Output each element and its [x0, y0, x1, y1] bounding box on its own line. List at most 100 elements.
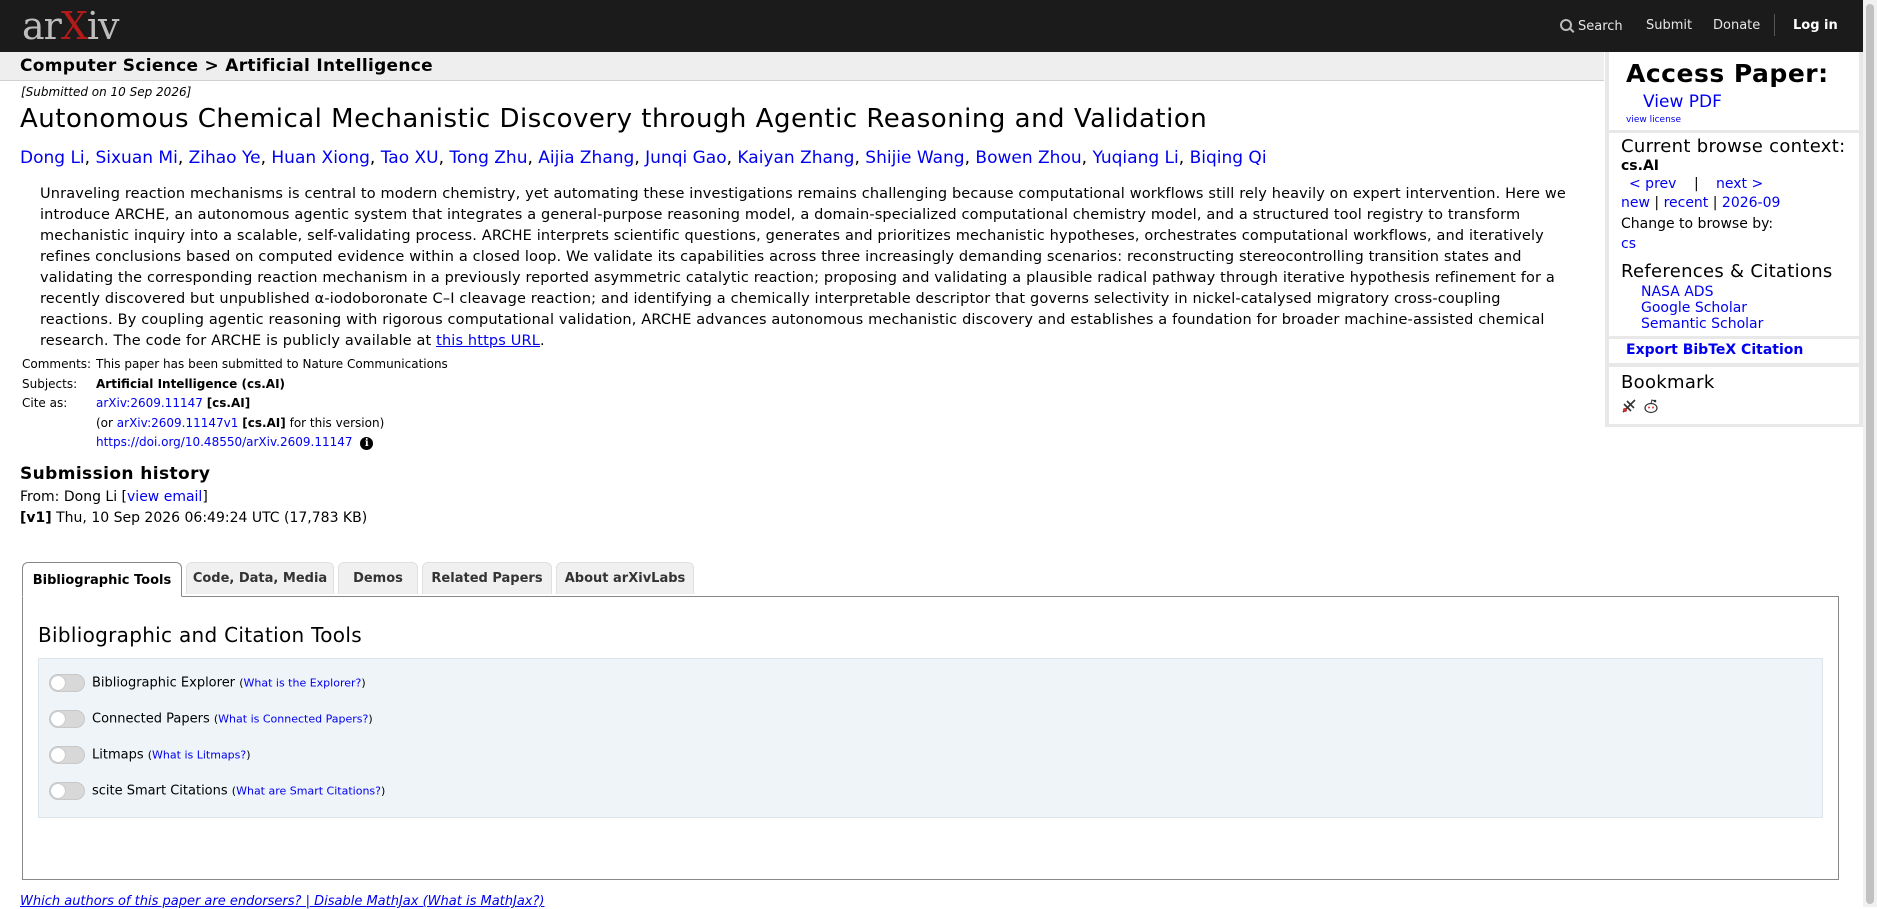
- nav-divider: [1774, 14, 1775, 36]
- author-link[interactable]: Junqi Gao: [645, 148, 726, 168]
- doi-link[interactable]: https://doi.org/10.48550/arXiv.2609.1114…: [96, 435, 353, 449]
- tab-demos[interactable]: Demos: [338, 562, 418, 594]
- author-link[interactable]: Biqing Qi: [1190, 148, 1267, 168]
- logo-ar: ar: [22, 4, 62, 48]
- export-bibtex-link[interactable]: Export BibTeX Citation: [1626, 342, 1803, 358]
- author-separator: ,: [634, 148, 646, 168]
- browse-cs-link[interactable]: cs: [1621, 236, 1636, 252]
- nasa-ads-link[interactable]: NASA ADS: [1641, 284, 1713, 300]
- author-separator: ,: [369, 148, 381, 168]
- abstract-text: Unraveling reaction mechanisms is centra…: [40, 186, 1566, 349]
- connected-papers-toggle[interactable]: [49, 710, 85, 728]
- tool-label: Connected Papers: [92, 711, 210, 727]
- breadcrumb-bar: Computer Science > Artificial Intelligen…: [0, 52, 1604, 81]
- sidebar: Access Paper: View PDF view license Curr…: [1605, 52, 1863, 427]
- search-label: Search: [1578, 19, 1623, 34]
- version-text: Thu, 10 Sep 2026 06:49:24 UTC (17,783 KB…: [51, 510, 368, 526]
- help-link[interactable]: What is Connected Papers?: [218, 713, 368, 726]
- author-link[interactable]: Tong Zhu: [449, 148, 527, 168]
- tab-bibliographic-tools[interactable]: Bibliographic Tools: [22, 562, 182, 597]
- scite-toggle[interactable]: [49, 782, 85, 800]
- author-link[interactable]: Tao XU: [381, 148, 439, 168]
- submit-link[interactable]: Submit: [1646, 18, 1692, 33]
- donate-link[interactable]: Donate: [1713, 18, 1760, 33]
- access-paper-box: Access Paper: View PDF view license: [1609, 52, 1859, 130]
- subjects-label: Subjects:: [22, 376, 78, 391]
- author-separator: ,: [84, 148, 96, 168]
- cite-category: [cs.AI]: [206, 396, 251, 410]
- view-email-link[interactable]: view email: [127, 489, 202, 505]
- version-label: [v1]: [20, 510, 52, 526]
- scrollbar-thumb[interactable]: [1866, 4, 1874, 904]
- semantic-scholar-link[interactable]: Semantic Scholar: [1641, 316, 1763, 332]
- author-link[interactable]: Zihao Ye: [189, 148, 261, 168]
- help-link[interactable]: What is the Explorer?: [243, 677, 361, 690]
- subjects-value: Artificial Intelligence (cs.AI): [96, 376, 286, 391]
- nav-pipe: |: [1712, 195, 1718, 211]
- author-link[interactable]: Aijia Zhang: [538, 148, 634, 168]
- prev-link[interactable]: < prev: [1629, 176, 1676, 192]
- bibsonomy-icon[interactable]: [1621, 398, 1637, 414]
- author-separator: ,: [1081, 148, 1093, 168]
- author-link[interactable]: Kaiyan Zhang: [737, 148, 854, 168]
- info-icon[interactable]: i: [360, 437, 374, 450]
- author-link[interactable]: Dong Li: [20, 148, 85, 168]
- tab-about-arxivlabs[interactable]: About arXivLabs: [556, 562, 694, 594]
- author-link[interactable]: Yuqiang Li: [1092, 148, 1178, 168]
- view-license-link[interactable]: view license: [1626, 115, 1681, 125]
- help-link[interactable]: What is Litmaps?: [152, 749, 246, 762]
- nav-pipe: |: [1654, 195, 1660, 211]
- author-separator: ,: [854, 148, 866, 168]
- abstract: Unraveling reaction mechanisms is centra…: [40, 184, 1570, 352]
- change-browse-label: Change to browse by:: [1621, 216, 1774, 232]
- bibliographic-explorer-toggle[interactable]: [49, 674, 85, 692]
- view-pdf-link[interactable]: View PDF: [1643, 92, 1722, 112]
- submission-from: From: Dong Li [view email]: [20, 489, 208, 505]
- author-link[interactable]: Huan Xiong: [271, 148, 370, 168]
- google-scholar-link[interactable]: Google Scholar: [1641, 300, 1747, 316]
- search-link[interactable]: Search: [1560, 18, 1623, 34]
- author-separator: ,: [726, 148, 738, 168]
- version-v1: [v1] Thu, 10 Sep 2026 06:49:24 UTC (17,7…: [20, 510, 367, 526]
- author-link[interactable]: Shijie Wang: [865, 148, 964, 168]
- help-link[interactable]: What are Smart Citations?: [236, 785, 381, 798]
- comments-value: This paper has been submitted to Nature …: [96, 357, 448, 371]
- cite-id-link[interactable]: arXiv:2609.11147: [96, 396, 203, 410]
- reddit-icon[interactable]: [1643, 398, 1659, 414]
- abstract-end: .: [539, 333, 545, 349]
- month-link[interactable]: 2026-09: [1722, 195, 1781, 211]
- tab-related-papers[interactable]: Related Papers: [422, 562, 552, 594]
- author-separator: ,: [964, 148, 976, 168]
- logo-x: X: [60, 4, 88, 48]
- recent-link[interactable]: recent: [1664, 195, 1709, 211]
- cite-label: Cite as:: [22, 396, 68, 410]
- abstract-code-link[interactable]: this https URL: [436, 333, 540, 349]
- page-scrollbar[interactable]: [1863, 0, 1877, 907]
- bookmark-title: Bookmark: [1621, 372, 1715, 393]
- browse-nav-row: new | recent | 2026-09: [1621, 195, 1780, 211]
- tool-label: Litmaps: [92, 747, 144, 763]
- login-link[interactable]: Log in: [1793, 18, 1838, 33]
- author-separator: ,: [1178, 148, 1190, 168]
- author-link[interactable]: Sixuan Mi: [95, 148, 177, 168]
- metadata-table: Comments: This paper has been submitted …: [22, 355, 448, 453]
- search-icon: [1560, 19, 1572, 31]
- next-link[interactable]: next >: [1716, 176, 1763, 192]
- tab-code-data-media[interactable]: Code, Data, Media: [186, 562, 334, 594]
- logo-iv: iv: [86, 4, 120, 48]
- tool-row-connected-papers: Connected Papers (What is Connected Pape…: [49, 710, 373, 728]
- bookmark-box: Bookmark: [1609, 367, 1859, 424]
- new-link[interactable]: new: [1621, 195, 1650, 211]
- arxiv-logo[interactable]: arXiv: [22, 4, 120, 48]
- tool-row-litmaps: Litmaps (What is Litmaps?): [49, 746, 251, 764]
- panel-title: Bibliographic and Citation Tools: [38, 623, 362, 647]
- references-title: References & Citations: [1621, 261, 1833, 282]
- browse-context-title: Current browse context:: [1621, 136, 1846, 157]
- litmaps-toggle[interactable]: [49, 746, 85, 764]
- bookmark-icons: [1621, 398, 1661, 414]
- author-link[interactable]: Bowen Zhou: [975, 148, 1081, 168]
- tool-row-scite: scite Smart Citations (What are Smart Ci…: [49, 782, 385, 800]
- cite-version-link[interactable]: arXiv:2609.11147v1: [117, 416, 239, 430]
- submission-date: [Submitted on 10 Sep 2026]: [21, 85, 192, 99]
- breadcrumb[interactable]: Computer Science > Artificial Intelligen…: [20, 56, 433, 76]
